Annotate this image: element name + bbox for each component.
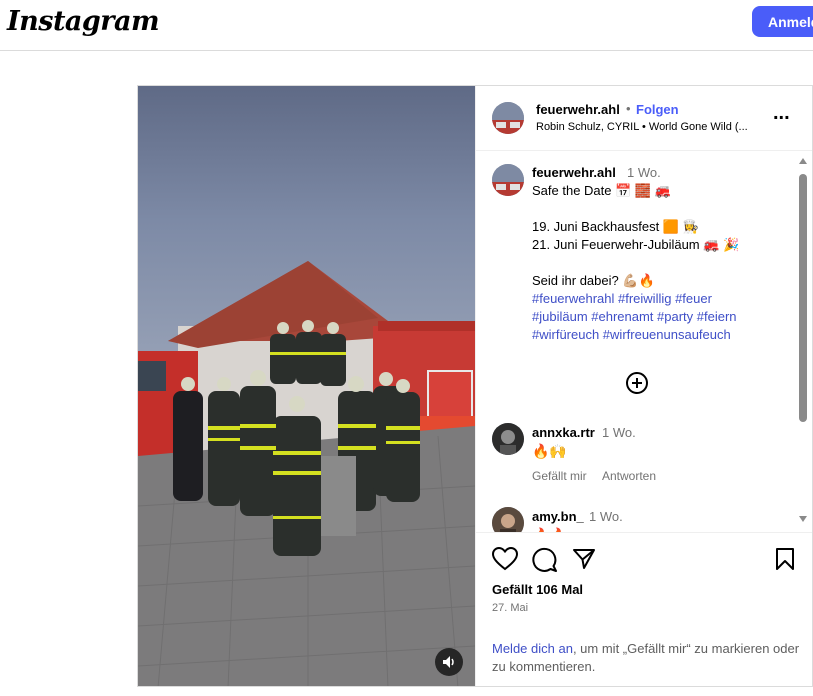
caption-time: 1 Wo. xyxy=(627,165,661,180)
author-username[interactable]: feuerwehr.ahl xyxy=(536,102,620,117)
author-avatar[interactable] xyxy=(492,102,524,134)
top-bar: Instagram Anmelden xyxy=(0,0,813,51)
post-video[interactable] xyxy=(138,86,475,686)
post-header: feuerwehr.ahl • Folgen Robin Schulz, CYR… xyxy=(476,86,812,151)
scroll-down-icon[interactable] xyxy=(799,516,807,522)
login-link[interactable]: Melde dich an xyxy=(492,641,573,656)
comment-reply-button[interactable]: Antworten xyxy=(602,469,656,483)
heart-icon[interactable] xyxy=(492,547,518,571)
mute-button[interactable] xyxy=(435,648,463,676)
hashtags-line[interactable]: #feuerwehrahl #freiwillig #feuer xyxy=(532,291,712,306)
login-button[interactable]: Anmelden xyxy=(752,6,813,37)
post-sidebar: feuerwehr.ahl • Folgen Robin Schulz, CYR… xyxy=(475,86,812,686)
comment-username[interactable]: annxka.rtr xyxy=(532,425,595,440)
caption-line: 19. Juni Backhausfest 🟧 👩‍🍳 xyxy=(532,219,699,234)
caption-username[interactable]: feuerwehr.ahl xyxy=(532,165,616,180)
caption-line: Safe the Date 📅 🧱 🚒 xyxy=(532,183,671,198)
comment-icon[interactable] xyxy=(532,547,558,573)
share-icon[interactable] xyxy=(572,547,596,571)
comment-username[interactable]: amy.bn_ xyxy=(532,509,584,524)
like-count[interactable]: Gefällt 106 Mal xyxy=(492,582,583,597)
hashtags-line[interactable]: #wirfüreuch #wirfreuenunsaufeuch xyxy=(532,327,731,342)
post-card: feuerwehr.ahl • Folgen Robin Schulz, CYR… xyxy=(137,85,813,687)
comment-time: 1 Wo. xyxy=(602,425,636,440)
comment-time: 1 Wo. xyxy=(589,509,623,524)
scrollbar-thumb[interactable] xyxy=(799,174,807,422)
header-separator: • xyxy=(626,101,631,116)
music-info[interactable]: Robin Schulz, CYRIL • World Gone Wild (.… xyxy=(536,121,748,133)
commenter-avatar[interactable] xyxy=(492,423,524,455)
hashtags-line[interactable]: #jubiläum #ehrenamt #party #feiern xyxy=(532,309,737,324)
scroll-up-icon[interactable] xyxy=(799,158,807,164)
caption-avatar[interactable] xyxy=(492,164,524,196)
comments-section[interactable]: feuerwehr.ahl 1 Wo. Safe the Date 📅 🧱 🚒 … xyxy=(476,151,812,532)
caption-line: Seid ihr dabei? 💪🏼🔥 xyxy=(532,273,655,288)
comment-text: 🔥🙌 xyxy=(532,443,567,459)
comments-scrollbar[interactable] xyxy=(797,158,809,524)
commenter-avatar[interactable] xyxy=(492,507,524,532)
bookmark-icon[interactable] xyxy=(775,547,795,571)
caption-line: 21. Juni Feuerwehr-Jubiläum 🚒 🎉 xyxy=(532,237,740,252)
more-icon[interactable]: ... xyxy=(773,103,790,123)
instagram-logo[interactable]: Instagram xyxy=(7,6,160,37)
post-actions: Gefällt 106 Mal 27. Mai Melde dich an, u… xyxy=(476,532,812,686)
speaker-icon xyxy=(443,656,454,668)
plus-circle-icon[interactable] xyxy=(626,372,648,394)
login-prompt: Melde dich an, um mit „Gefällt mir“ zu m… xyxy=(492,640,802,676)
comment-like-button[interactable]: Gefällt mir xyxy=(532,469,587,483)
post-date: 27. Mai xyxy=(492,602,529,614)
follow-button[interactable]: Folgen xyxy=(636,102,679,117)
